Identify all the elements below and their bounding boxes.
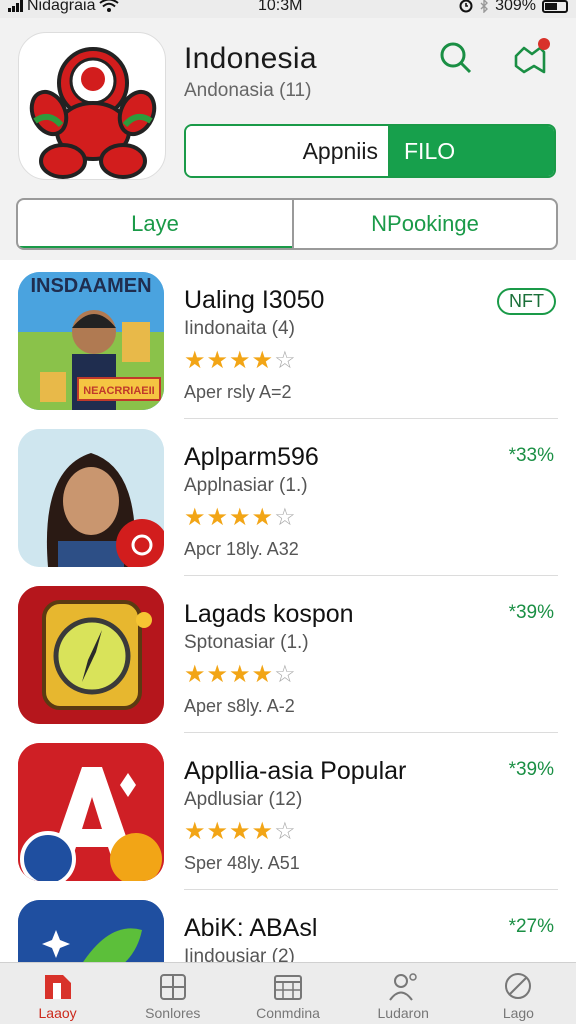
list-item[interactable]: Aplparm596 Applnasiar (1.) ★★★★☆ Apcr 18… (0, 419, 576, 576)
alarm-icon (459, 0, 473, 13)
app-subtitle: Apdlusiar (12) (184, 789, 303, 810)
app-name: Lagads kospon (184, 600, 354, 628)
app-icon (18, 586, 164, 724)
app-icon (18, 429, 164, 567)
app-meta: Apcr 18ly. A32 (184, 539, 299, 559)
app-name: Aplparm596 (184, 443, 319, 471)
segment-appniis[interactable]: Appniis (186, 126, 390, 176)
signal-icon (8, 0, 23, 12)
app-icon: INSDAAMEN NEACRRIAEII (18, 272, 164, 410)
tab-label: Sonlores (145, 1005, 201, 1021)
circle-slash-icon (505, 973, 532, 999)
portrait-icon (18, 429, 164, 567)
star-rating: ★★★★☆ (184, 504, 297, 531)
tab-ludaron[interactable]: Ludaron (346, 963, 461, 1024)
store-icon (44, 975, 71, 999)
tab-sonlores[interactable]: Sonlores (115, 963, 230, 1024)
status-bar: Nidagraia 10:3M 309% (0, 0, 576, 18)
list-item[interactable]: Lagads kospon Sptonasiar (1.) ★★★★☆ Aper… (0, 576, 576, 733)
segment-filo[interactable]: FILO (390, 126, 554, 176)
wifi-icon (99, 0, 120, 12)
featured-app-icon[interactable] (18, 32, 166, 180)
nft-badge: NFT (497, 288, 556, 315)
battery-percent: 309% (495, 0, 536, 14)
app-subtitle: Applnasiar (1.) (184, 475, 308, 496)
poster-icon: INSDAAMEN NEACRRIAEII (18, 272, 164, 410)
user-icon (389, 973, 417, 1001)
discount-badge: *33% (508, 445, 554, 466)
star-rating: ★★★★☆ (184, 347, 297, 374)
tab-laye[interactable]: Laye (18, 200, 294, 248)
svg-text:NEACRRIAEII: NEACRRIAEII (83, 385, 155, 397)
letter-a-icon (18, 743, 164, 881)
grid-icon (159, 974, 186, 1000)
star-rating: ★★★★☆ (184, 661, 297, 688)
app-subtitle: Iindonaita (4) (184, 318, 295, 339)
tab-laaoy[interactable]: Laaoy (0, 963, 115, 1024)
primary-segment-control: Appniis FILO (184, 124, 556, 178)
app-subtitle: Sptonasiar (1.) (184, 632, 309, 653)
page-title: Indonesia (184, 42, 317, 75)
tab-label: Laaoy (38, 1005, 77, 1021)
svg-text:INSDAAMEN: INSDAAMEN (30, 275, 151, 297)
tab-label: Conmdina (256, 1005, 320, 1021)
discount-badge: *27% (508, 916, 554, 937)
list-item[interactable]: INSDAAMEN NEACRRIAEII Ualing I3050 Iindo… (0, 262, 576, 419)
search-button[interactable] (436, 38, 476, 78)
star-rating: ★★★★☆ (184, 818, 297, 845)
discount-badge: *39% (508, 759, 554, 780)
calendar-icon (274, 975, 302, 1000)
tab-npookinge[interactable]: NPookinge (294, 200, 556, 248)
robot-mascot-icon (29, 47, 157, 179)
app-icon (18, 743, 164, 881)
page-subtitle: Andonasia (11) (184, 80, 312, 101)
battery-icon (542, 0, 568, 13)
discount-badge: *39% (508, 602, 554, 623)
app-list: INSDAAMEN NEACRRIAEII Ualing I3050 Iindo… (0, 262, 576, 1024)
app-name: Appllia-asia Popular (184, 757, 407, 785)
app-name: Ualing I3050 (184, 286, 325, 314)
secondary-segment-control: Laye NPookinge (16, 198, 558, 250)
app-name: AbiK: ABAsl (184, 914, 318, 942)
tab-label: Lago (502, 1005, 534, 1021)
app-meta: Aper rsly A=2 (184, 382, 292, 402)
bluetooth-icon (480, 0, 489, 13)
notification-icon (514, 38, 550, 74)
tab-lago[interactable]: Lago (461, 963, 576, 1024)
app-meta: Aper s8ly. A-2 (184, 696, 295, 716)
compass-icon (18, 586, 164, 724)
app-meta: Sper 48ly. A51 (184, 853, 300, 873)
bottom-tab-bar: Laaoy Sonlores Conmdina Ludaron Lago (0, 962, 576, 1024)
carrier-name: Nidagraia (27, 0, 96, 14)
notification-button[interactable] (510, 38, 550, 78)
tab-label: Ludaron (377, 1005, 429, 1021)
status-time: 10:3M (258, 0, 303, 14)
search-icon (440, 42, 472, 74)
tab-conmdina[interactable]: Conmdina (230, 963, 345, 1024)
app-header: Indonesia Andonasia (11) Appniis FILO La… (0, 18, 576, 260)
list-item[interactable]: Appllia-asia Popular Apdlusiar (12) ★★★★… (0, 733, 576, 890)
